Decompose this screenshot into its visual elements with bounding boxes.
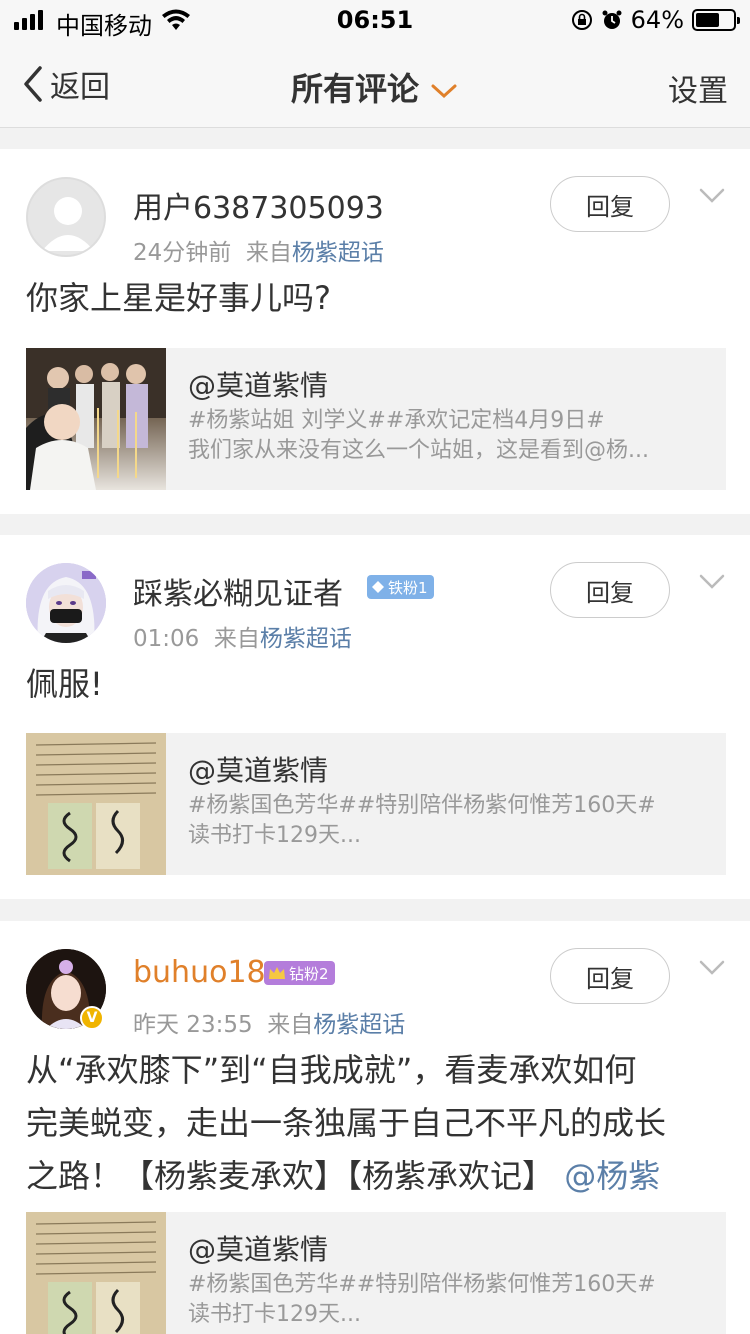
reply-button[interactable]: 回复 (550, 562, 670, 618)
crown-icon (269, 967, 285, 979)
quoted-author: @莫道紫情 (188, 754, 329, 787)
source-link[interactable]: 杨紫超话 (260, 626, 352, 652)
quoted-line-1: #杨紫站姐 刘学义##承欢记定档4月9日# (188, 408, 605, 433)
more-chevron-icon[interactable] (698, 187, 726, 205)
comment-time: 24分钟前 (133, 240, 232, 266)
reply-button[interactable]: 回复 (550, 948, 670, 1004)
comment-card: 用户6387305093 24分钟前 来自杨紫超话 回复 你家上星是好事儿吗? … (0, 149, 750, 514)
comment-card: 踩紫必糊见证者 铁粉1 01:06 来自杨紫超话 回复 佩服! @莫道紫情 #杨… (0, 535, 750, 899)
more-chevron-icon[interactable] (698, 959, 726, 977)
comment-meta: 24分钟前 来自杨紫超话 (133, 233, 384, 267)
comment-text: 佩服! (26, 665, 103, 703)
fan-level-badge: 钻粉2 (264, 961, 335, 985)
username[interactable]: 用户6387305093 (133, 183, 384, 227)
battery-percent: 64% (630, 6, 684, 34)
post-thumbnail (26, 348, 166, 490)
nav-bar: 返回 所有评论 设置 (0, 40, 750, 128)
quoted-excerpt: #杨紫站姐 刘学义##承欢记定档4月9日# 我们家从来没有这么一个站姐，这是看到… (188, 406, 708, 466)
avatar-image (26, 563, 106, 643)
from-label: 来自 (267, 1012, 314, 1038)
comment-text: 你家上星是好事儿吗? (26, 279, 331, 317)
quoted-excerpt: #杨紫国色芳华##特别陪伴杨紫何惟芳160天# 读书打卡129天... (188, 791, 708, 851)
alarm-icon (602, 10, 622, 29)
quoted-author: @莫道紫情 (188, 369, 329, 402)
quoted-line-2: 读书打卡129天... (188, 823, 361, 848)
status-bar: 中国移动 06:51 64% (0, 0, 750, 40)
reply-button[interactable]: 回复 (550, 176, 670, 232)
quoted-post[interactable]: @莫道紫情 #杨紫国色芳华##特别陪伴杨紫何惟芳160天# 读书打卡129天..… (26, 1212, 726, 1334)
battery-fill (696, 13, 719, 27)
quoted-line-1: #杨紫国色芳华##特别陪伴杨紫何惟芳160天# (188, 1272, 656, 1297)
fan-level-badge: 铁粉1 (367, 575, 434, 599)
source-link[interactable]: 杨紫超话 (292, 240, 384, 266)
comment-filter-dropdown[interactable]: 所有评论 (0, 64, 750, 110)
quoted-author: @莫道紫情 (188, 1233, 329, 1266)
diamond-icon (372, 581, 384, 593)
from-label: 来自 (213, 626, 260, 652)
username[interactable]: 踩紫必糊见证者 (133, 569, 343, 613)
default-avatar-icon (42, 197, 94, 251)
source-link[interactable]: 杨紫超话 (313, 1012, 405, 1038)
post-thumbnail (26, 733, 166, 875)
mention-link[interactable]: @杨紫 (564, 1157, 660, 1195)
comment-text-line: 完美蜕变，走出一条独属于自己不平凡的成长 (26, 1104, 667, 1142)
avatar[interactable] (26, 177, 106, 257)
battery-icon (692, 9, 740, 31)
badge-label: 铁粉1 (388, 578, 428, 597)
comment-text-line: 之路！【杨紫麦承欢】【杨紫承欢记】 @杨紫 (26, 1150, 726, 1203)
rotation-lock-icon (571, 10, 592, 30)
quoted-post[interactable]: @莫道紫情 #杨紫站姐 刘学义##承欢记定档4月9日# 我们家从来没有这么一个站… (26, 348, 726, 490)
comment-card: V buhuo18 钻粉2 昨天 23:55 来自杨紫超话 回复 从“承欢膝下”… (0, 921, 750, 1334)
post-thumbnail (26, 1212, 166, 1334)
comment-meta: 01:06 来自杨紫超话 (133, 619, 352, 653)
quoted-line-2: 读书打卡129天... (188, 1302, 361, 1327)
avatar[interactable] (26, 563, 106, 643)
comment-meta: 昨天 23:55 来自杨紫超话 (133, 1005, 405, 1039)
comment-time: 昨天 23:55 (133, 1012, 253, 1038)
more-chevron-icon[interactable] (698, 573, 726, 591)
username[interactable]: buhuo18 (133, 955, 266, 990)
quoted-line-1: #杨紫国色芳华##特别陪伴杨紫何惟芳160天# (188, 793, 656, 818)
comment-text-line: 从“承欢膝下”到“自我成就”，看麦承欢如何 (26, 1051, 637, 1089)
badge-label: 钻粉2 (289, 964, 329, 983)
comment-text: 从“承欢膝下”到“自我成就”，看麦承欢如何 完美蜕变，走出一条独属于自己不平凡的… (26, 1044, 726, 1203)
comment-time: 01:06 (133, 626, 200, 652)
from-label: 来自 (245, 240, 292, 266)
quoted-excerpt: #杨紫国色芳华##特别陪伴杨紫何惟芳160天# 读书打卡129天... (188, 1270, 708, 1330)
settings-button[interactable]: 设置 (668, 66, 728, 110)
dropdown-chevron-icon (431, 84, 457, 99)
verified-icon: V (80, 1006, 104, 1030)
page-title: 所有评论 (290, 70, 419, 108)
quoted-line-2: 我们家从来没有这么一个站姐，这是看到@杨... (188, 438, 649, 463)
comment-text-segment: 之路！【杨紫麦承欢】【杨紫承欢记】 (26, 1157, 555, 1195)
quoted-post[interactable]: @莫道紫情 #杨紫国色芳华##特别陪伴杨紫何惟芳160天# 读书打卡129天..… (26, 733, 726, 875)
